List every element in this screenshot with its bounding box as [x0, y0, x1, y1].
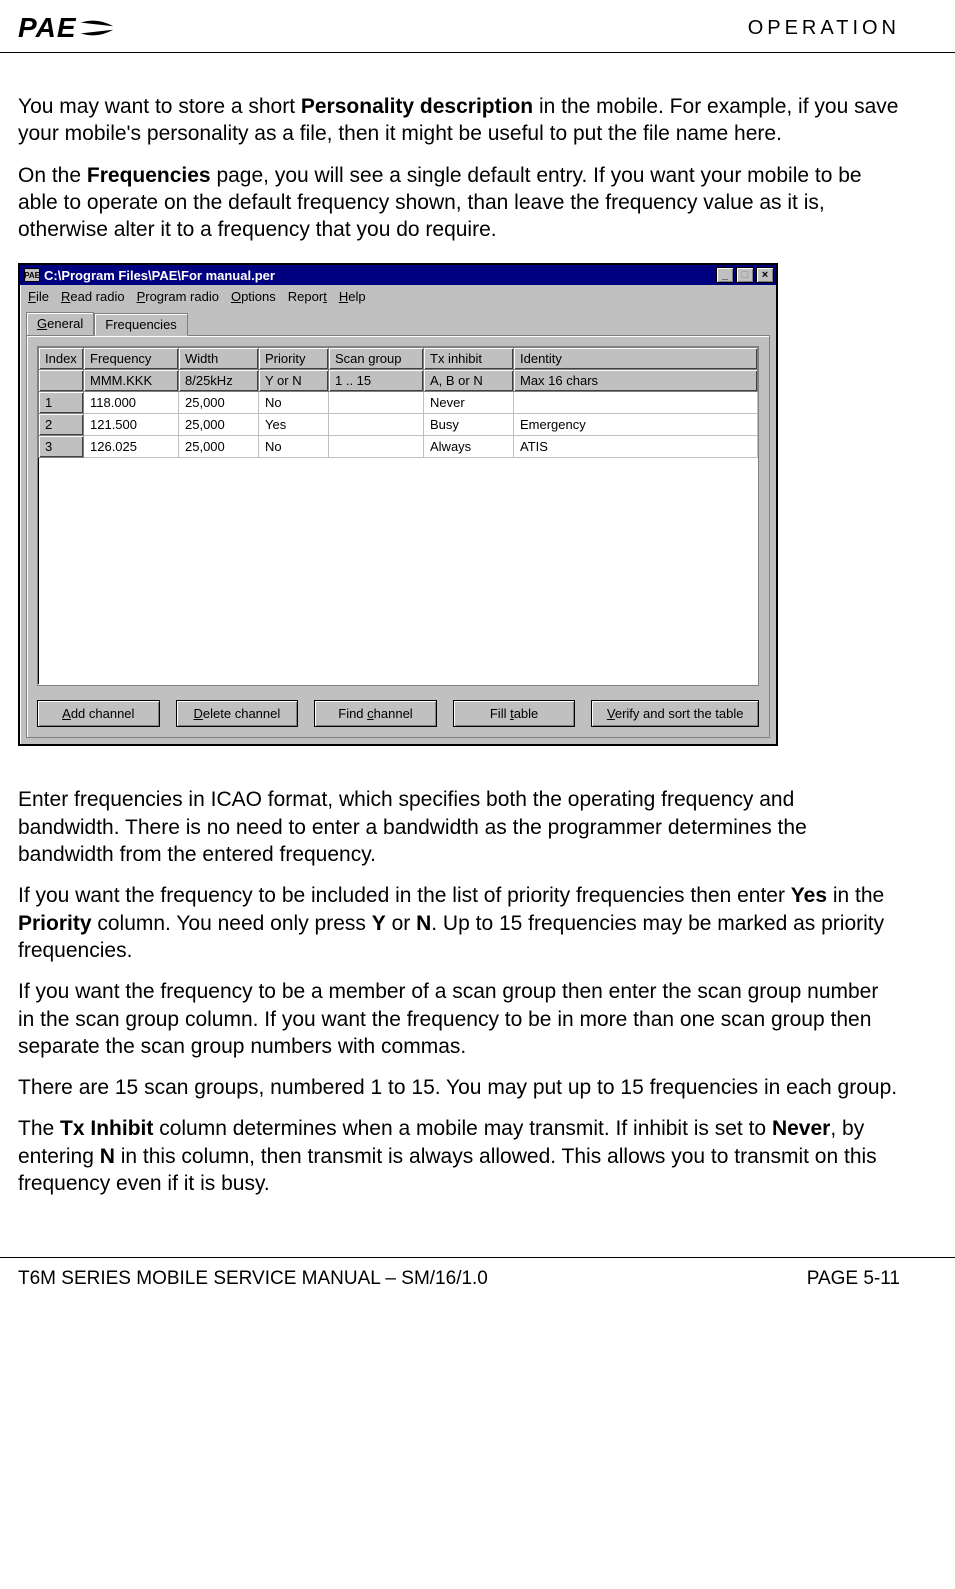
paragraph-3: Enter frequencies in ICAO format, which …: [18, 786, 900, 868]
logo: PAE: [18, 12, 115, 44]
paragraph-5: If you want the frequency to be a member…: [18, 978, 900, 1060]
add-channel-button[interactable]: Add channel: [37, 700, 160, 727]
paragraph-7: The Tx Inhibit column determines when a …: [18, 1115, 900, 1197]
page-footer: T6M SERIES MOBILE SERVICE MANUAL – SM/16…: [0, 1257, 955, 1310]
col-identity[interactable]: Identity: [514, 348, 758, 370]
find-channel-button[interactable]: Find channel: [314, 700, 437, 727]
table-row[interactable]: 3 126.025 25,000 No Always ATIS: [39, 436, 758, 458]
delete-channel-button[interactable]: Delete channel: [176, 700, 299, 727]
menu-program[interactable]: Program radio: [137, 289, 219, 304]
paragraph-2: On the Frequencies page, you will see a …: [18, 162, 900, 244]
close-button[interactable]: ×: [756, 267, 774, 283]
menu-file[interactable]: File: [28, 289, 49, 304]
menubar: File Read radio Program radio Options Re…: [20, 285, 776, 308]
window-title: C:\Program Files\PAE\For manual.per: [44, 268, 714, 283]
footer-left: T6M SERIES MOBILE SERVICE MANUAL – SM/16…: [18, 1268, 488, 1290]
paragraph-6: There are 15 scan groups, numbered 1 to …: [18, 1074, 900, 1101]
col-scan[interactable]: Scan group: [329, 348, 424, 370]
table-row[interactable]: 1 118.000 25,000 No Never: [39, 392, 758, 414]
col-tx[interactable]: Tx inhibit: [424, 348, 514, 370]
tab-frequencies[interactable]: Frequencies: [94, 313, 188, 336]
minimize-button[interactable]: _: [716, 267, 734, 283]
menu-help[interactable]: Help: [339, 289, 366, 304]
app-window: PAE C:\Program Files\PAE\For manual.per …: [18, 263, 778, 746]
tab-general[interactable]: General: [26, 312, 94, 335]
paragraph-4: If you want the frequency to be included…: [18, 882, 900, 964]
logo-swoosh-icon: [79, 17, 115, 39]
col-frequency[interactable]: Frequency: [84, 348, 179, 370]
body-content-2: Enter frequencies in ICAO format, which …: [0, 786, 955, 1197]
section-title: OPERATION: [748, 17, 900, 40]
titlebar: PAE C:\Program Files\PAE\For manual.per …: [20, 265, 776, 285]
footer-right: PAGE 5-11: [807, 1268, 900, 1290]
button-row: Add channel Delete channel Find channel …: [37, 700, 759, 727]
menu-report[interactable]: Report: [288, 289, 327, 304]
paragraph-1: You may want to store a short Personalit…: [18, 93, 900, 148]
verify-sort-button[interactable]: Verify and sort the table: [591, 700, 759, 727]
col-width[interactable]: Width: [179, 348, 259, 370]
page-header: PAE OPERATION: [0, 0, 955, 53]
table-header-row: Index Frequency Width Priority Scan grou…: [39, 348, 758, 370]
tab-bar: General Frequencies: [20, 308, 776, 335]
body-content: You may want to store a short Personalit…: [0, 93, 955, 243]
col-priority[interactable]: Priority: [259, 348, 329, 370]
col-index[interactable]: Index: [39, 348, 84, 370]
maximize-button[interactable]: □: [736, 267, 754, 283]
table-row[interactable]: 2 121.500 25,000 Yes Busy Emergency: [39, 414, 758, 436]
menu-read[interactable]: Read radio: [61, 289, 125, 304]
fill-table-button[interactable]: Fill table: [453, 700, 576, 727]
app-icon: PAE: [24, 268, 40, 282]
table-hint-row: MMM.KKK 8/25kHz Y or N 1 .. 15 A, B or N…: [39, 370, 758, 392]
menu-options[interactable]: Options: [231, 289, 276, 304]
tab-content: Index Frequency Width Priority Scan grou…: [26, 335, 770, 738]
frequency-grid[interactable]: Index Frequency Width Priority Scan grou…: [37, 346, 759, 686]
logo-text: PAE: [18, 12, 77, 44]
